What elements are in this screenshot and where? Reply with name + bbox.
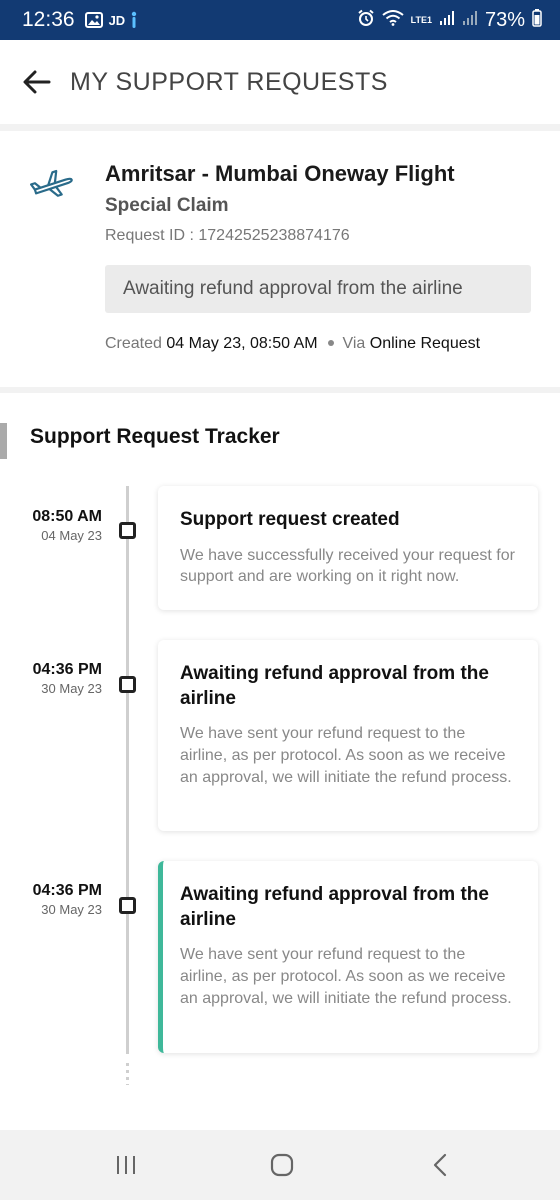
event-time-label: 04:36 PM 30 May 23 — [33, 661, 102, 696]
event-description: We have sent your refund request to the … — [180, 946, 512, 1007]
event-title: Awaiting refund approval from the airlin… — [180, 884, 489, 930]
chevron-left-icon — [433, 1153, 447, 1177]
created-label: Created — [105, 335, 162, 352]
event-description: We have successfully received your reque… — [180, 546, 515, 586]
recent-apps-icon — [117, 1156, 135, 1174]
via-value: Online Request — [369, 335, 481, 352]
alarm-icon — [357, 9, 375, 32]
status-time: 12:36 — [22, 8, 75, 31]
dot-separator — [328, 339, 335, 346]
event-time: 04:36 PM — [32, 882, 102, 899]
battery-percent: 73% — [484, 8, 525, 31]
trip-title: Amritsar - Mumbai Oneway Flight — [105, 161, 455, 186]
event-time: 04:36 PM — [32, 661, 102, 678]
back-arrow-icon — [23, 70, 51, 94]
app-header: MY SUPPORT REQUESTS — [0, 40, 560, 124]
status-bar: 12:36 JD LTE1 73% — [0, 0, 560, 40]
timeline-node — [119, 897, 136, 914]
request-summary-card: Amritsar - Mumbai Oneway Flight Special … — [0, 131, 560, 387]
system-nav-bar — [0, 1130, 560, 1200]
carrier-badge: JD — [108, 12, 126, 28]
timeline-event-card: Support request created We have successf… — [158, 486, 538, 610]
event-title: Awaiting refund approval from the airlin… — [180, 663, 489, 709]
recent-apps-button[interactable] — [106, 1148, 146, 1182]
timeline-event-card: Awaiting refund approval from the airlin… — [158, 640, 538, 831]
timeline-event-card-active: Awaiting refund approval from the airlin… — [158, 861, 538, 1053]
tracker-title: Support Request Tracker — [30, 425, 280, 448]
event-time-label: 08:50 AM 04 May 23 — [32, 508, 102, 543]
home-button[interactable] — [262, 1148, 302, 1182]
event-date: 30 May 23 — [41, 902, 102, 917]
volte-label: LTE1 — [410, 15, 432, 25]
section-marker — [0, 423, 7, 459]
created-value: 04 May 23, 08:50 AM — [166, 335, 318, 352]
battery-icon — [532, 8, 542, 32]
request-id: Request ID : 17242525238874176 — [105, 227, 350, 244]
page-title: MY SUPPORT REQUESTS — [70, 67, 388, 96]
support-request-tracker: Support Request Tracker 08:50 AM 04 May … — [0, 393, 560, 1130]
timeline-tail — [126, 1063, 129, 1085]
event-title: Support request created — [180, 509, 400, 530]
created-info: Created 04 May 23, 08:50 AM Via Online R… — [105, 335, 480, 353]
event-date: 04 May 23 — [41, 528, 102, 543]
flight-icon — [30, 169, 74, 204]
system-back-button[interactable] — [420, 1148, 460, 1182]
back-button[interactable] — [20, 65, 54, 99]
signal-icon-2 — [462, 10, 478, 31]
timeline-node — [119, 676, 136, 693]
accessibility-icon — [129, 11, 139, 29]
status-badge: Awaiting refund approval from the airlin… — [105, 265, 531, 313]
event-date: 30 May 23 — [41, 681, 102, 696]
gallery-icon — [84, 12, 103, 28]
signal-icon — [439, 10, 455, 31]
wifi-icon — [382, 9, 404, 31]
claim-type: Special Claim — [105, 195, 229, 216]
timeline-line — [126, 486, 129, 1054]
via-label: Via — [342, 335, 366, 352]
event-time: 08:50 AM — [32, 508, 102, 525]
timeline-node — [119, 522, 136, 539]
event-description: We have sent your refund request to the … — [180, 725, 512, 786]
event-time-label: 04:36 PM 30 May 23 — [33, 882, 102, 917]
home-icon — [270, 1153, 294, 1177]
